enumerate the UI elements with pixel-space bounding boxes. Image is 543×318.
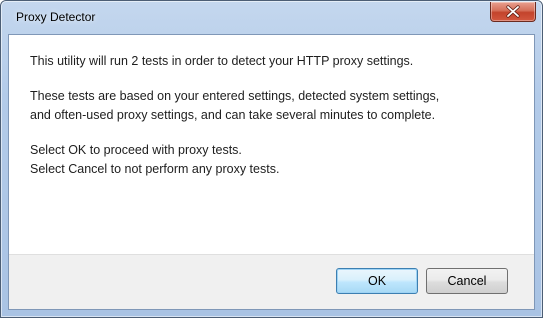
cancel-button[interactable]: Cancel <box>426 268 508 294</box>
close-button[interactable] <box>490 2 536 22</box>
message-line: Select OK to proceed with proxy tests. <box>30 143 242 157</box>
message-line: and often-used proxy settings, and can t… <box>30 108 436 122</box>
close-icon <box>506 5 520 18</box>
dialog-content: This utility will run 2 tests in order t… <box>8 34 535 310</box>
message-text: This utility will run 2 tests in order t… <box>30 52 520 195</box>
window-title: Proxy Detector <box>16 10 96 24</box>
message-line: These tests are based on your entered se… <box>30 89 440 103</box>
message-line: This utility will run 2 tests in order t… <box>30 54 414 68</box>
message-paragraph: Select OK to proceed with proxy tests. S… <box>30 141 520 179</box>
dialog-window: Proxy Detector This utility will run 2 t… <box>0 0 543 318</box>
title-bar[interactable]: Proxy Detector <box>1 1 542 34</box>
message-paragraph: This utility will run 2 tests in order t… <box>30 52 520 71</box>
ok-button[interactable]: OK <box>336 268 418 294</box>
message-paragraph: These tests are based on your entered se… <box>30 87 520 125</box>
button-bar: OK Cancel <box>9 254 534 309</box>
message-line: Select Cancel to not perform any proxy t… <box>30 162 280 176</box>
